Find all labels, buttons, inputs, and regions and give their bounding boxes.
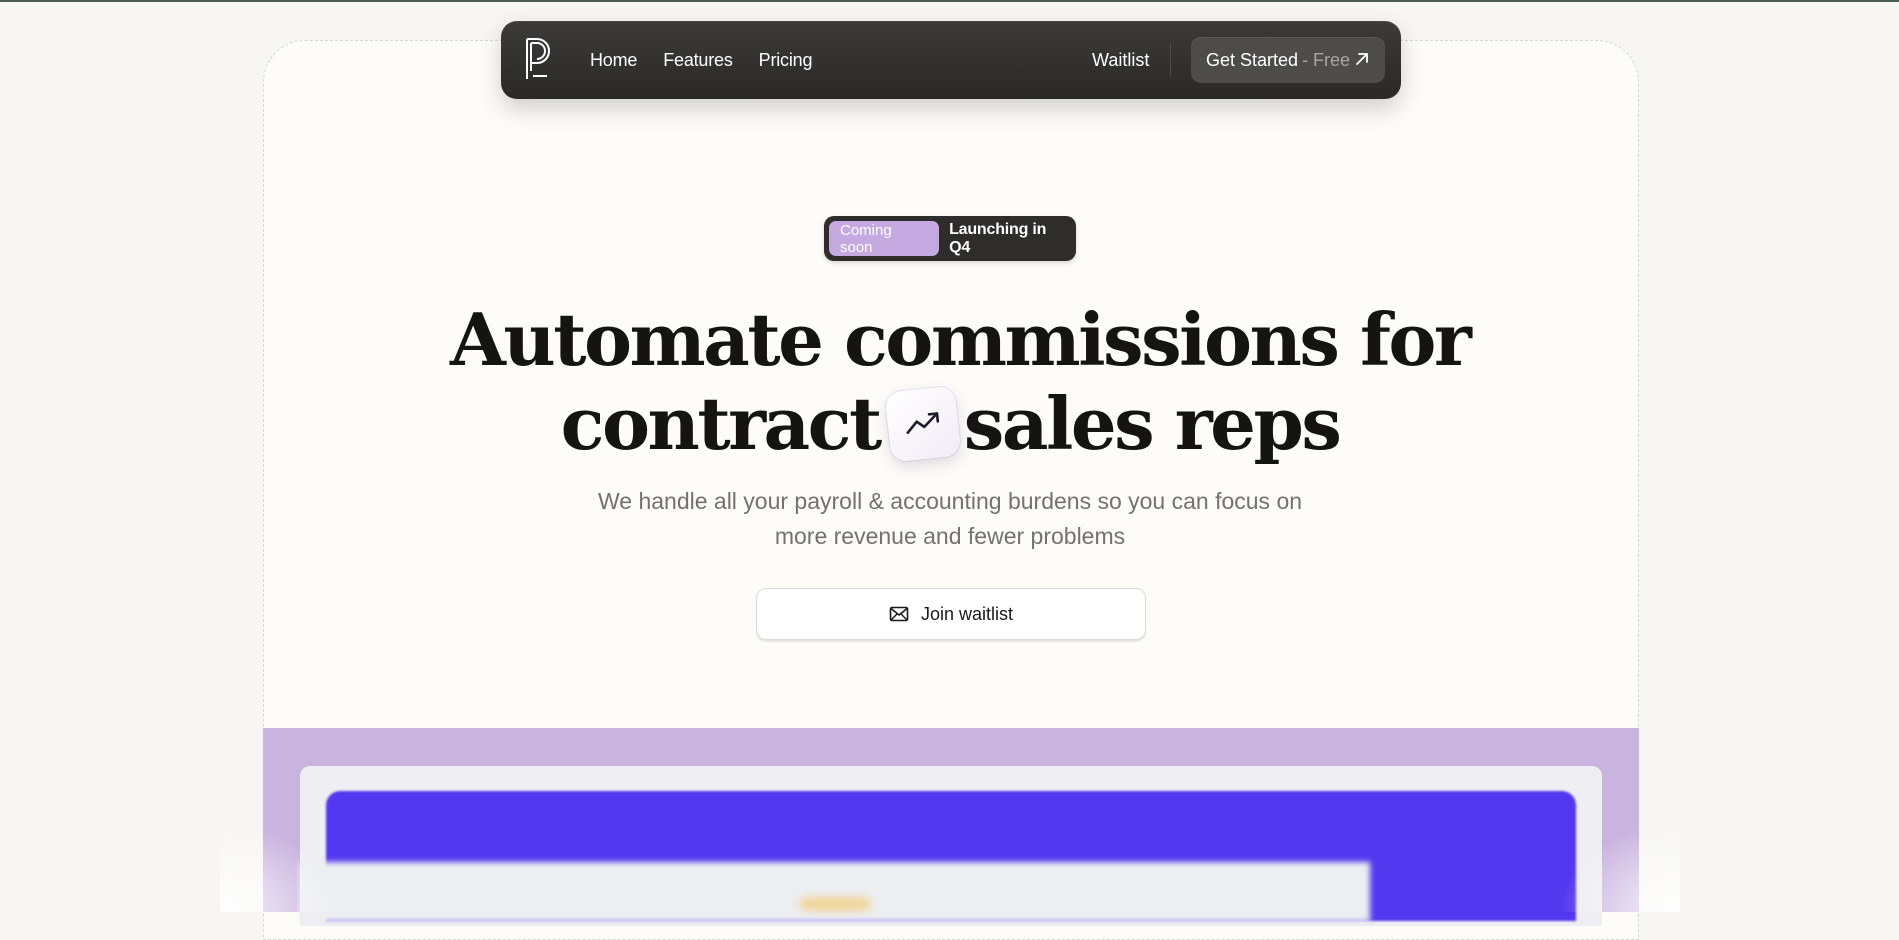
hero-title-line2: contract sales reps: [450, 382, 1450, 466]
hero-title-words-sales-reps: sales reps: [963, 381, 1342, 466]
product-preview-panel: [300, 862, 1370, 922]
product-preview-chip: [800, 897, 870, 911]
launch-text: Launching in Q4: [949, 220, 1047, 256]
nav-features-link[interactable]: Features: [663, 50, 733, 71]
get-started-button[interactable]: Get Started - Free: [1191, 37, 1385, 83]
hero-title-line1: Automate commissions for: [450, 297, 1472, 382]
nav-links: Home Features Pricing: [590, 21, 812, 99]
top-navbar: Home Features Pricing Waitlist Get Start…: [501, 21, 1401, 99]
launch-badge: Coming soon Launching in Q4: [824, 216, 1076, 261]
get-started-suffix: - Free: [1302, 49, 1351, 70]
join-waitlist-label: Join waitlist: [920, 603, 1014, 624]
hero-subtitle-line2: more revenue and fewer problems: [774, 523, 1126, 549]
get-started-label: Get Started: [1206, 49, 1299, 70]
mail-icon: [889, 606, 909, 622]
trending-up-icon: [884, 385, 962, 463]
nav-divider: [1170, 43, 1171, 77]
hero-subtitle-line1: We handle all your payroll & accounting …: [597, 488, 1303, 514]
nav-waitlist-link[interactable]: Waitlist: [1092, 21, 1149, 99]
hero-title-word-contract: contract: [560, 381, 883, 466]
fade-overlay-left: [220, 820, 340, 912]
fade-overlay-right: [1560, 820, 1680, 912]
join-waitlist-button[interactable]: Join waitlist: [756, 588, 1146, 640]
arrow-up-right-icon: [1356, 53, 1368, 65]
top-border-line: [0, 0, 1899, 2]
nav-home-link[interactable]: Home: [590, 50, 637, 71]
hero-title: Automate commissions for contract sales r…: [450, 297, 1472, 466]
hero-subtitle: We handle all your payroll & accounting …: [560, 484, 1340, 554]
nav-pricing-link[interactable]: Pricing: [759, 50, 813, 71]
brand-logo-icon[interactable]: [523, 35, 557, 83]
coming-soon-pill: Coming soon: [829, 221, 940, 256]
